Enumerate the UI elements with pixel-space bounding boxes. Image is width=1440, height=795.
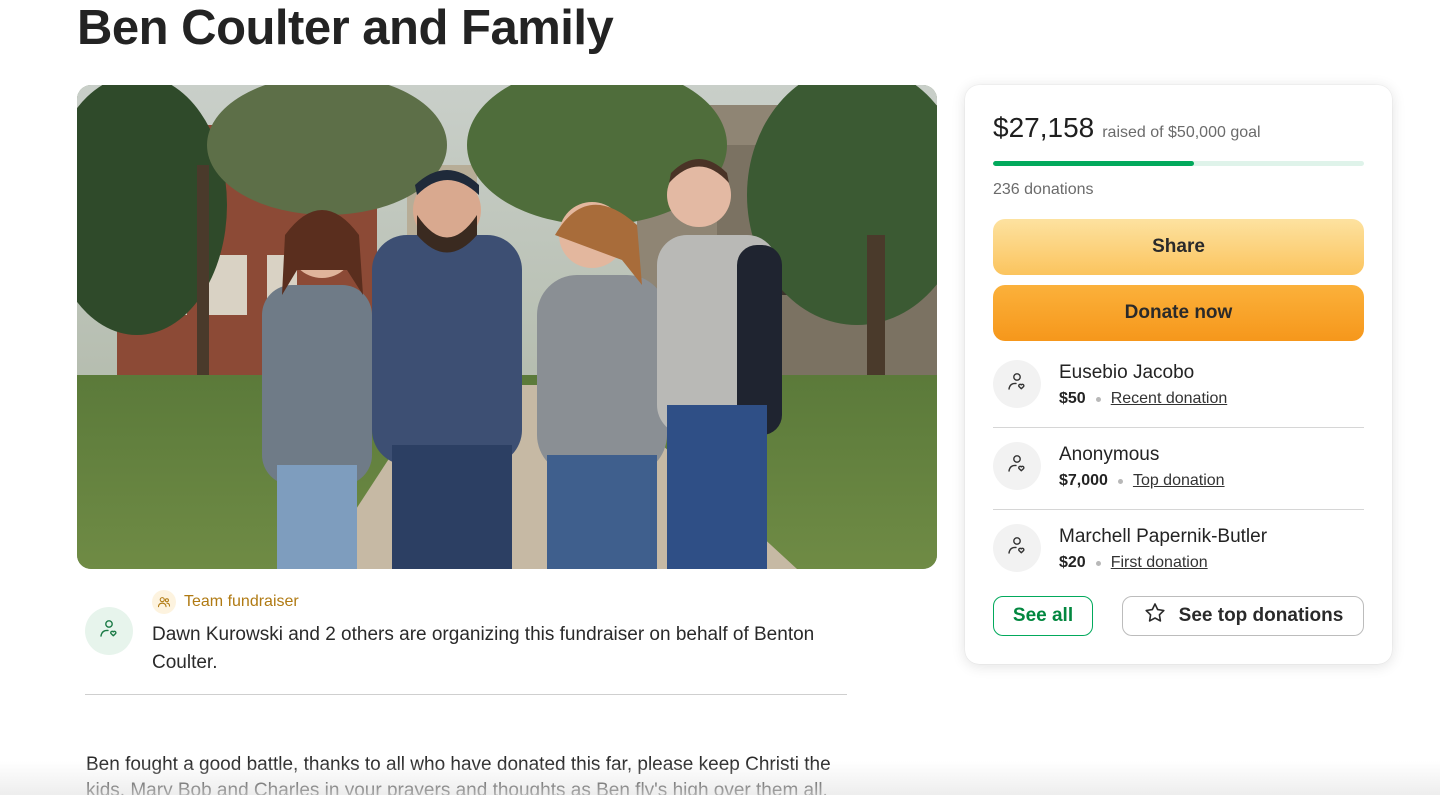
donor-amount: $7,000 <box>1059 472 1108 489</box>
heart-hand-icon <box>1005 370 1029 399</box>
separator-dot <box>1117 478 1123 484</box>
people-icon <box>152 590 176 614</box>
amount-raised: $27,158 <box>993 112 1095 143</box>
donor-name: Anonymous <box>1059 444 1160 465</box>
see-all-button[interactable]: See all <box>993 596 1093 636</box>
separator-dot <box>1095 560 1101 566</box>
progress-bar <box>993 161 1364 166</box>
team-fundraiser-tag: Team fundraiser <box>152 590 299 614</box>
team-fundraiser-label: Team fundraiser <box>184 593 299 610</box>
donor-item: Eusebio Jacobo $50 Recent donation <box>993 360 1364 442</box>
donor-avatar <box>993 442 1041 490</box>
progress-bar-fill <box>993 161 1195 166</box>
donor-name: Eusebio Jacobo <box>1059 362 1195 383</box>
donor-divider <box>993 427 1364 428</box>
story-text: Ben fought a good battle, thanks to all … <box>86 754 831 795</box>
donation-count: 236 donations <box>993 181 1094 198</box>
donor-meta: $7,000 Top donation <box>1059 472 1225 490</box>
donor-divider <box>993 509 1364 510</box>
page-title: Ben Coulter and Family <box>77 1 614 55</box>
heart-hand-icon <box>1005 452 1029 481</box>
organizer-description: Dawn Kurowski and 2 others are organizin… <box>152 624 815 673</box>
donor-name: Marchell Papernik-Butler <box>1059 526 1268 547</box>
goal-text: raised of $50,000 goal <box>1102 124 1261 141</box>
share-button[interactable]: Share <box>993 219 1364 275</box>
donor-item: Marchell Papernik-Butler $20 First donat… <box>993 524 1364 606</box>
see-top-donations-button[interactable]: See top donations <box>1122 596 1364 636</box>
see-top-donations-label: See top donations <box>1178 605 1344 626</box>
fundraiser-photo <box>77 85 937 569</box>
heart-hand-icon <box>1005 534 1029 563</box>
donor-avatar <box>993 360 1041 408</box>
recent-donation-link[interactable]: Recent donation <box>1111 390 1228 408</box>
top-donation-link[interactable]: Top donation <box>1133 472 1225 490</box>
star-outline-icon <box>1143 601 1167 631</box>
first-donation-link[interactable]: First donation <box>1111 554 1208 572</box>
donor-meta: $50 Recent donation <box>1059 390 1227 408</box>
donate-now-button[interactable]: Donate now <box>993 285 1364 341</box>
organizer-avatar[interactable] <box>85 607 133 655</box>
donor-amount: $50 <box>1059 390 1086 407</box>
donor-meta: $20 First donation <box>1059 554 1208 572</box>
separator-dot <box>1095 396 1101 402</box>
donor-item: Anonymous $7,000 Top donation <box>993 442 1364 524</box>
donation-card: $27,158 raised of $50,000 goal 236 donat… <box>965 85 1392 664</box>
heart-hand-icon <box>97 617 121 646</box>
donor-avatar <box>993 524 1041 572</box>
donor-amount: $20 <box>1059 554 1086 571</box>
amount-row: $27,158 raised of $50,000 goal <box>993 112 1261 144</box>
section-divider <box>85 694 847 695</box>
